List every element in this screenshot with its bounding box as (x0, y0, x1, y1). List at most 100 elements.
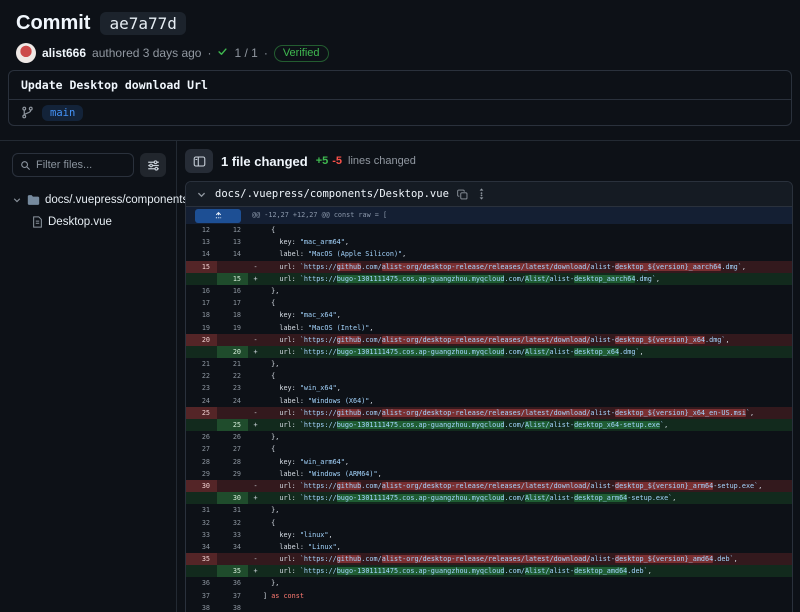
diff-row-addition: 15+ url: `https://bugo-1301111475.cos.ap… (186, 273, 792, 285)
old-line-number[interactable]: 24 (186, 395, 217, 407)
old-line-number[interactable]: 30 (186, 480, 217, 492)
new-line-number[interactable]: 34 (217, 541, 248, 553)
code-line: }, (263, 358, 792, 370)
verified-badge[interactable]: Verified (274, 45, 329, 62)
code-line: }, (263, 577, 792, 589)
code-segment: alist- (550, 348, 575, 356)
new-line-number[interactable]: 27 (217, 443, 248, 455)
new-line-number[interactable]: 26 (217, 431, 248, 443)
code-segment: `https:// (300, 348, 337, 356)
tree-file-row[interactable]: Desktop.vue (12, 211, 166, 233)
new-line-number[interactable]: 31 (217, 504, 248, 516)
new-line-number[interactable]: 25 (217, 419, 248, 431)
diff-marker (248, 236, 263, 248)
old-line-number[interactable] (186, 565, 217, 577)
old-line-number[interactable]: 12 (186, 224, 217, 236)
old-line-number[interactable] (186, 346, 217, 358)
new-line-number[interactable]: 18 (217, 309, 248, 321)
code-segment: }, (263, 433, 279, 441)
code-segment: alist- (550, 275, 575, 283)
old-line-number[interactable]: 23 (186, 382, 217, 394)
word-diff-segment: desktop_${version}_amd64 (615, 555, 713, 563)
new-line-number[interactable]: 19 (217, 322, 248, 334)
old-line-number[interactable]: 17 (186, 297, 217, 309)
tree-options-button[interactable] (140, 153, 166, 177)
old-line-number[interactable]: 16 (186, 285, 217, 297)
old-line-number[interactable]: 27 (186, 443, 217, 455)
new-line-number[interactable] (217, 407, 248, 419)
old-line-number[interactable]: 22 (186, 370, 217, 382)
old-line-number[interactable] (186, 492, 217, 504)
old-line-number[interactable]: 21 (186, 358, 217, 370)
old-line-number[interactable]: 25 (186, 407, 217, 419)
diff-row-context: 3636 }, (186, 577, 792, 589)
new-line-number[interactable]: 24 (217, 395, 248, 407)
old-line-number[interactable]: 13 (186, 236, 217, 248)
new-line-number[interactable]: 20 (217, 346, 248, 358)
avatar[interactable] (16, 43, 36, 63)
tree-folder-row[interactable]: docs/.vuepress/components (12, 189, 166, 211)
new-line-number[interactable]: 15 (217, 273, 248, 285)
checks-count[interactable]: 1 / 1 (234, 46, 257, 60)
old-line-number[interactable]: 20 (186, 334, 217, 346)
new-line-number[interactable]: 29 (217, 468, 248, 480)
old-line-number[interactable]: 14 (186, 248, 217, 260)
old-line-number[interactable]: 28 (186, 456, 217, 468)
file-path[interactable]: docs/.vuepress/components/Desktop.vue (215, 188, 449, 200)
old-line-number[interactable]: 29 (186, 468, 217, 480)
old-line-number[interactable]: 33 (186, 529, 217, 541)
old-line-number[interactable]: 31 (186, 504, 217, 516)
author-login[interactable]: alist666 (42, 46, 86, 60)
code-segment: .com/ (504, 348, 524, 356)
new-line-number[interactable] (217, 553, 248, 565)
new-line-number[interactable]: 14 (217, 248, 248, 260)
new-line-number[interactable] (217, 261, 248, 273)
code-segment: .com/ (361, 336, 381, 344)
new-line-number[interactable]: 36 (217, 577, 248, 589)
new-line-number[interactable]: 28 (217, 456, 248, 468)
new-line-number[interactable]: 17 (217, 297, 248, 309)
copy-path-icon[interactable] (457, 189, 468, 200)
old-line-number[interactable]: 26 (186, 431, 217, 443)
expand-up-button[interactable] (195, 209, 241, 223)
old-line-number[interactable]: 38 (186, 602, 217, 612)
file-diff-card: docs/.vuepress/components/Desktop.vue @@… (185, 181, 793, 612)
filter-files-field[interactable] (12, 153, 134, 177)
word-diff-segment: alist-org/desktop-release/releases/lates… (382, 482, 591, 490)
new-line-number[interactable]: 21 (217, 358, 248, 370)
toggle-file-tree-button[interactable] (185, 149, 213, 173)
code-line: url: `https://bugo-1301111475.cos.ap-gua… (263, 565, 792, 577)
old-line-number[interactable]: 35 (186, 553, 217, 565)
new-line-number[interactable]: 33 (217, 529, 248, 541)
new-line-number[interactable]: 32 (217, 517, 248, 529)
branch-label[interactable]: main (42, 105, 83, 121)
word-diff-segment: desktop_${version}_x64 (615, 336, 705, 344)
file-options-icon[interactable] (476, 188, 487, 200)
new-line-number[interactable]: 16 (217, 285, 248, 297)
old-line-number[interactable]: 34 (186, 541, 217, 553)
code-segment: url: (263, 336, 300, 344)
new-line-number[interactable]: 35 (217, 565, 248, 577)
new-line-number[interactable]: 12 (217, 224, 248, 236)
filter-files-input[interactable] (36, 159, 126, 171)
old-line-number[interactable] (186, 273, 217, 285)
collapse-file-chevron-icon[interactable] (196, 189, 207, 200)
new-line-number[interactable] (217, 334, 248, 346)
new-line-number[interactable]: 13 (217, 236, 248, 248)
diff-row-addition: 35+ url: `https://bugo-1301111475.cos.ap… (186, 565, 792, 577)
new-line-number[interactable]: 30 (217, 492, 248, 504)
new-line-number[interactable]: 38 (217, 602, 248, 612)
new-line-number[interactable] (217, 480, 248, 492)
old-line-number[interactable]: 15 (186, 261, 217, 273)
old-line-number[interactable]: 18 (186, 309, 217, 321)
new-line-number[interactable]: 37 (217, 590, 248, 602)
code-segment: }, (263, 579, 279, 587)
old-line-number[interactable]: 19 (186, 322, 217, 334)
code-segment: , (734, 555, 738, 563)
old-line-number[interactable] (186, 419, 217, 431)
old-line-number[interactable]: 37 (186, 590, 217, 602)
old-line-number[interactable]: 32 (186, 517, 217, 529)
new-line-number[interactable]: 22 (217, 370, 248, 382)
old-line-number[interactable]: 36 (186, 577, 217, 589)
new-line-number[interactable]: 23 (217, 382, 248, 394)
